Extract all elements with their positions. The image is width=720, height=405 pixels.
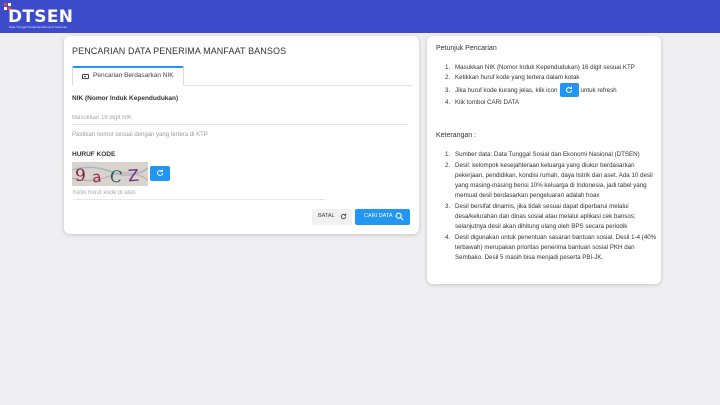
refresh-captcha-button[interactable]	[150, 166, 170, 181]
list-item: 1. Sumber data: Data Tunggal Sosial dan E…	[445, 151, 640, 158]
captcha-input[interactable]	[73, 186, 325, 200]
instructions-steps: 1. Masukkan NIK (Nomor Induk Kependudukan…	[445, 63, 655, 108]
list-item: 4. Klik tombol CARI DATA	[445, 99, 520, 106]
nik-label: NIK (Nomor Induk Kependudukan)	[72, 95, 179, 102]
refresh-icon	[157, 169, 163, 176]
captcha-label: HURUF KODE	[72, 151, 116, 158]
cancel-button[interactable]: BATAL	[312, 209, 352, 225]
nik-helper-text: Pastikan nomor sesuai dengan yang terter…	[72, 132, 208, 138]
search-card: PENCARIAN DATA PENERIMA MANFAAT BANSOS P…	[64, 36, 419, 234]
notes-title: Keterangan :	[436, 132, 477, 139]
captcha-char: a	[91, 168, 102, 186]
captcha-image: 9 a C Z	[72, 162, 148, 186]
captcha-char: Z	[127, 166, 139, 186]
top-navbar: DTSEN Data Tunggal Sosial dan Ekonomi Na…	[0, 0, 720, 33]
id-card-icon	[82, 74, 89, 79]
captcha-char: C	[109, 166, 124, 186]
page-title: PENCARIAN DATA PENERIMA MANFAAT BANSOS	[72, 46, 287, 56]
list-item: 2. Ketikkan huruf kode yang tertera dalam…	[445, 74, 580, 81]
logo-subtitle: Data Tunggal Sosial dan Ekonomi Nasional	[9, 25, 67, 29]
instructions-card: Petunjuk Pencarian 1. Masukkan NIK (Nomor…	[427, 36, 661, 284]
cancel-button-label: BATAL	[318, 213, 335, 219]
dtsen-logo[interactable]: DTSEN Data Tunggal Sosial dan Ekonomi Na…	[4, 3, 73, 30]
reset-icon	[340, 213, 347, 220]
refresh-icon	[559, 83, 579, 98]
logo-text: DTSEN	[8, 7, 74, 27]
search-button[interactable]: CARI DATA	[355, 209, 410, 225]
list-item: 4. Desil digunakan untuk penentuan sasara…	[445, 234, 657, 261]
list-item: 3. Desil bersifat dinamis, jika tidak ses…	[445, 203, 636, 230]
notes-list: 1. Sumber data: Data Tunggal Sosial dan E…	[445, 150, 657, 264]
list-item: 1. Masukkan NIK (Nomor Induk Kependudukan…	[445, 64, 635, 71]
list-item: 3. Jika huruf kode kurang jelas, klik ico…	[445, 83, 655, 98]
list-item: 2. Desil: kelompok kesejahteraan keluarga…	[445, 162, 653, 199]
search-icon	[395, 212, 404, 221]
nik-input[interactable]	[72, 111, 408, 125]
tab-search-by-nik[interactable]: Pencarian Berdasarkan NIK	[72, 66, 184, 86]
captcha-char: 9	[75, 166, 86, 186]
tab-label: Pencarian Berdasarkan NIK	[93, 72, 174, 79]
search-button-label: CARI DATA	[364, 213, 393, 219]
instructions-title: Petunjuk Pencarian	[436, 45, 497, 52]
